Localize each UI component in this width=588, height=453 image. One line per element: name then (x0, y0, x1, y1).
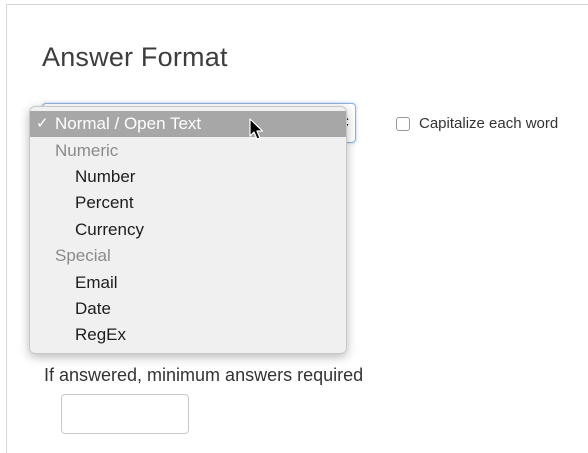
option-label: Currency (75, 220, 144, 239)
page-title: Answer Format (42, 42, 228, 72)
option-normal-open-text[interactable]: ✓ Normal / Open Text (30, 111, 346, 137)
option-group-label: Numeric (55, 141, 119, 160)
capitalize-checkbox[interactable] (396, 117, 410, 131)
option-regex[interactable]: RegEx (30, 322, 346, 348)
option-group-label: Special (55, 246, 111, 265)
option-percent[interactable]: Percent (30, 190, 346, 216)
checkmark-icon: ✓ (36, 115, 49, 132)
option-currency[interactable]: Currency (30, 217, 346, 243)
option-label: RegEx (75, 325, 127, 344)
capitalize-checkbox-label: Capitalize each word (419, 115, 559, 132)
option-group-numeric: Numeric (30, 138, 346, 164)
option-group-special: Special (30, 243, 346, 269)
option-label: Percent (75, 193, 134, 212)
option-email[interactable]: Email (30, 270, 346, 296)
option-label: Date (75, 299, 111, 318)
option-date[interactable]: Date (30, 296, 346, 322)
option-label: Number (75, 167, 136, 186)
minimum-answers-input[interactable] (61, 394, 189, 434)
option-label: Email (75, 273, 118, 292)
option-label: Normal / Open Text (55, 114, 202, 133)
minimum-answers-label: If answered, minimum answers required (44, 365, 364, 385)
option-number[interactable]: Number (30, 164, 346, 190)
answer-format-dropdown-menu: ✓ Normal / Open Text Numeric Number Perc… (29, 106, 347, 354)
mouse-pointer-icon (249, 118, 265, 142)
